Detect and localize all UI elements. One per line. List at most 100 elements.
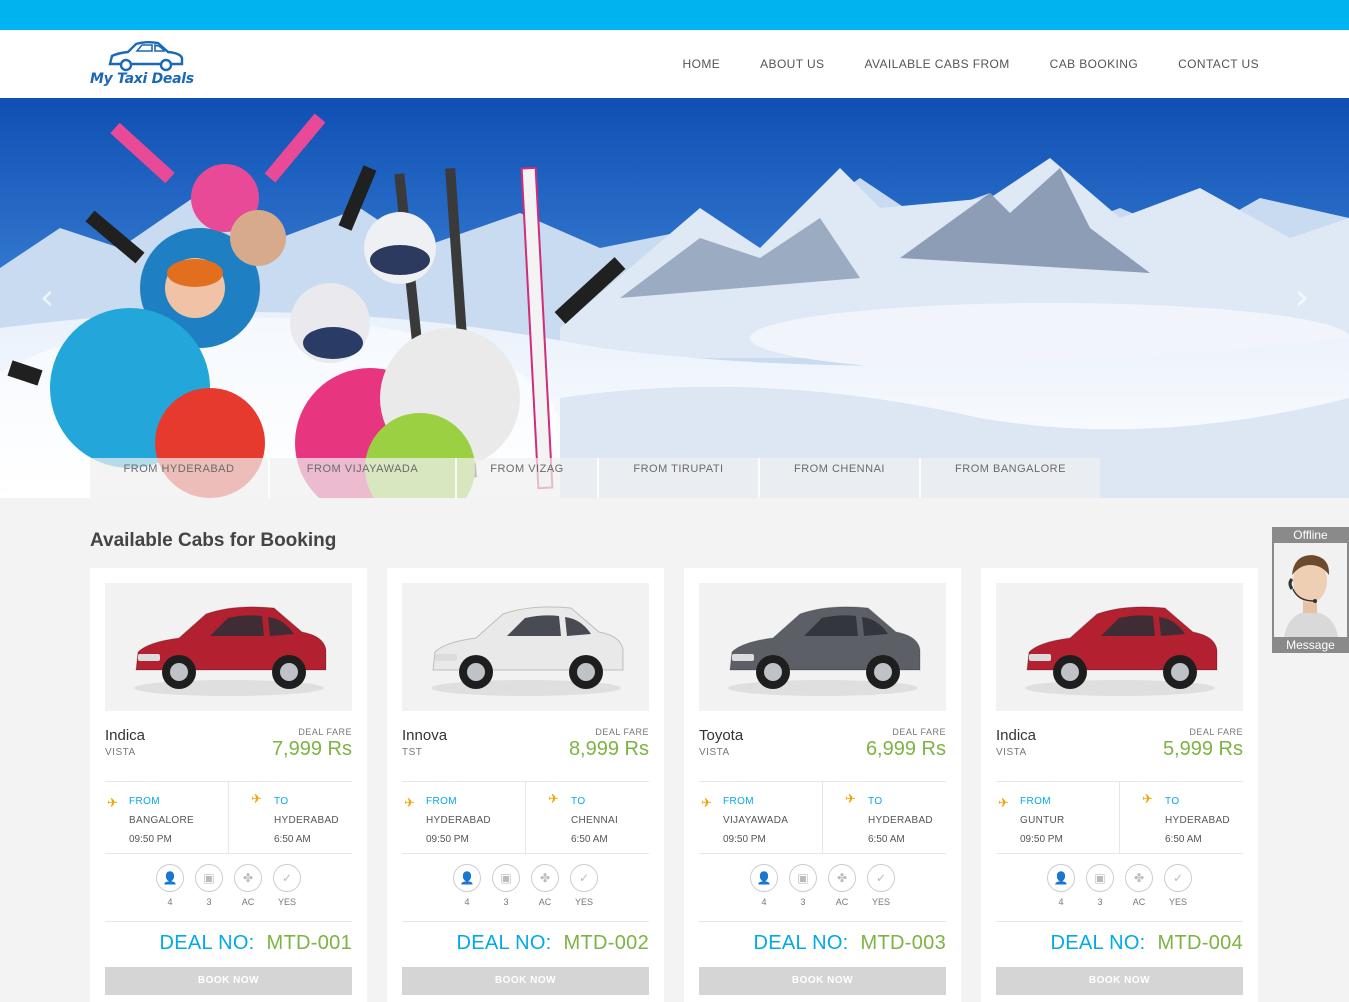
takeoff-icon: ✈ [998, 796, 1009, 811]
chat-message-button[interactable]: Message [1272, 637, 1349, 653]
hero-slider: ‹ › FROM HYDERABAD FROM VIJAYAWADA FROM … [0, 98, 1349, 498]
nav-cab-booking[interactable]: CAB BOOKING [1050, 57, 1138, 71]
car-icon [727, 606, 920, 696]
logo-text: My Taxi Deals [90, 71, 194, 87]
car-icon [1024, 606, 1217, 696]
tab-from-bangalore[interactable]: FROM BANGALORE [921, 458, 1100, 498]
car-features: 👤 4 ▣ 3 ✤ AC ✓ YES [996, 854, 1243, 922]
feature-label: 3 [503, 897, 509, 907]
car-image [402, 583, 649, 711]
from-time: 09:50 PM [1020, 834, 1063, 845]
landing-icon: ✈ [548, 792, 559, 807]
feature-label: AC [1132, 897, 1146, 907]
to-time: 6:50 AM [1165, 834, 1202, 845]
deal-fare-value: 6,999 Rs [865, 738, 946, 760]
section-title: Available Cabs for Booking [90, 530, 337, 551]
car-icon [430, 606, 623, 696]
feature-seats: 👤 4 [749, 864, 779, 921]
car-header: Toyota VISTA DEAL FARE 6,999 Rs [699, 725, 946, 781]
book-now-button[interactable]: BOOK NOW [699, 967, 946, 995]
car-name: Indica [105, 727, 146, 744]
deal-no-label: DEAL NO: [159, 932, 255, 954]
person-icon: 👤 [453, 864, 481, 892]
feature-luggage: ▣ 3 [194, 864, 224, 921]
logo[interactable]: My Taxi Deals [88, 40, 206, 90]
car-variant: VISTA [105, 747, 136, 758]
nav-home[interactable]: HOME [683, 57, 721, 71]
tab-from-vijayawada[interactable]: FROM VIJAYAWADA [270, 458, 457, 498]
nav-available-cabs-from[interactable]: AVAILABLE CABS FROM [864, 57, 1009, 71]
to-city: CHENNAI [571, 815, 619, 826]
feature-extra: ✓ YES [272, 864, 302, 921]
feature-label: 3 [1097, 897, 1103, 907]
route-from: ✈ FROM VIJAYAWADA 09:50 PM [699, 782, 822, 853]
feature-luggage: ▣ 3 [788, 864, 818, 921]
car-name: Toyota [699, 727, 744, 744]
live-chat-widget[interactable]: Offline Message [1272, 527, 1349, 653]
to-label: TO [274, 796, 289, 807]
feature-label: YES [871, 897, 890, 907]
route-info: ✈ FROM BANGALORE 09:50 PM ✈ TO HYDERABAD… [105, 781, 352, 854]
feature-label: YES [574, 897, 593, 907]
deal-number: DEAL NO: MTD-001 [105, 922, 352, 966]
deal-no-value: MTD-001 [266, 932, 352, 954]
nav-about-us[interactable]: ABOUT US [760, 57, 824, 71]
fan-icon: ✤ [234, 864, 262, 892]
takeoff-icon: ✈ [107, 796, 118, 811]
feature-luggage: ▣ 3 [491, 864, 521, 921]
route-to: ✈ TO HYDERABAD 6:50 AM [1119, 782, 1243, 853]
deal-no-value: MTD-004 [1157, 932, 1243, 954]
deal-fare-value: 5,999 Rs [1162, 738, 1243, 760]
car-variant: VISTA [996, 747, 1027, 758]
feature-label: 4 [167, 897, 173, 907]
luggage-icon: ▣ [789, 864, 817, 892]
from-time: 09:50 PM [723, 834, 766, 845]
feature-seats: 👤 4 [452, 864, 482, 921]
route-to: ✈ TO CHENNAI 6:50 AM [525, 782, 649, 853]
nav-contact-us[interactable]: CONTACT US [1178, 57, 1259, 71]
landing-icon: ✈ [845, 792, 856, 807]
luggage-icon: ▣ [492, 864, 520, 892]
from-city: VIJAYAWADA [723, 815, 789, 826]
tab-from-chennai[interactable]: FROM CHENNAI [760, 458, 921, 498]
feature-label: 4 [464, 897, 470, 907]
tab-from-tirupati[interactable]: FROM TIRUPATI [599, 458, 760, 498]
feature-seats: 👤 4 [1046, 864, 1076, 921]
feature-ac: ✤ AC [1124, 864, 1154, 921]
feature-label: AC [241, 897, 255, 907]
route-from: ✈ FROM HYDERABAD 09:50 PM [402, 782, 525, 853]
check-icon: ✓ [273, 864, 301, 892]
to-label: TO [868, 796, 883, 807]
feature-label: 3 [206, 897, 212, 907]
deal-number: DEAL NO: MTD-004 [996, 922, 1243, 966]
book-now-button[interactable]: BOOK NOW [105, 967, 352, 995]
takeoff-icon: ✈ [701, 796, 712, 811]
deal-number: DEAL NO: MTD-002 [402, 922, 649, 966]
to-city: HYDERABAD [274, 815, 339, 826]
slider-next-button[interactable]: › [1287, 278, 1317, 318]
route-to: ✈ TO HYDERABAD 6:50 AM [228, 782, 352, 853]
route-to: ✈ TO HYDERABAD 6:50 AM [822, 782, 946, 853]
deal-fare-label: DEAL FARE [892, 727, 946, 737]
to-time: 6:50 AM [274, 834, 311, 845]
main-menu: HOME ABOUT US AVAILABLE CABS FROM CAB BO… [683, 57, 1259, 71]
deal-no-label: DEAL NO: [456, 932, 552, 954]
navbar: My Taxi Deals HOME ABOUT US AVAILABLE CA… [0, 30, 1349, 98]
deal-no-label: DEAL NO: [1050, 932, 1146, 954]
route-info: ✈ FROM VIJAYAWADA 09:50 PM ✈ TO HYDERABA… [699, 781, 946, 854]
book-now-button[interactable]: BOOK NOW [402, 967, 649, 995]
tab-from-hyderabad[interactable]: FROM HYDERABAD [90, 458, 270, 498]
feature-luggage: ▣ 3 [1085, 864, 1115, 921]
feature-extra: ✓ YES [866, 864, 896, 921]
check-icon: ✓ [570, 864, 598, 892]
deal-no-label: DEAL NO: [753, 932, 849, 954]
car-icon [133, 606, 326, 696]
tab-from-vizag[interactable]: FROM VIZAG [457, 458, 599, 498]
to-label: TO [1165, 796, 1180, 807]
book-now-button[interactable]: BOOK NOW [996, 967, 1243, 995]
check-icon: ✓ [867, 864, 895, 892]
fan-icon: ✤ [1125, 864, 1153, 892]
slider-prev-button[interactable]: ‹ [32, 278, 62, 318]
deal-no-value: MTD-002 [563, 932, 649, 954]
fan-icon: ✤ [531, 864, 559, 892]
